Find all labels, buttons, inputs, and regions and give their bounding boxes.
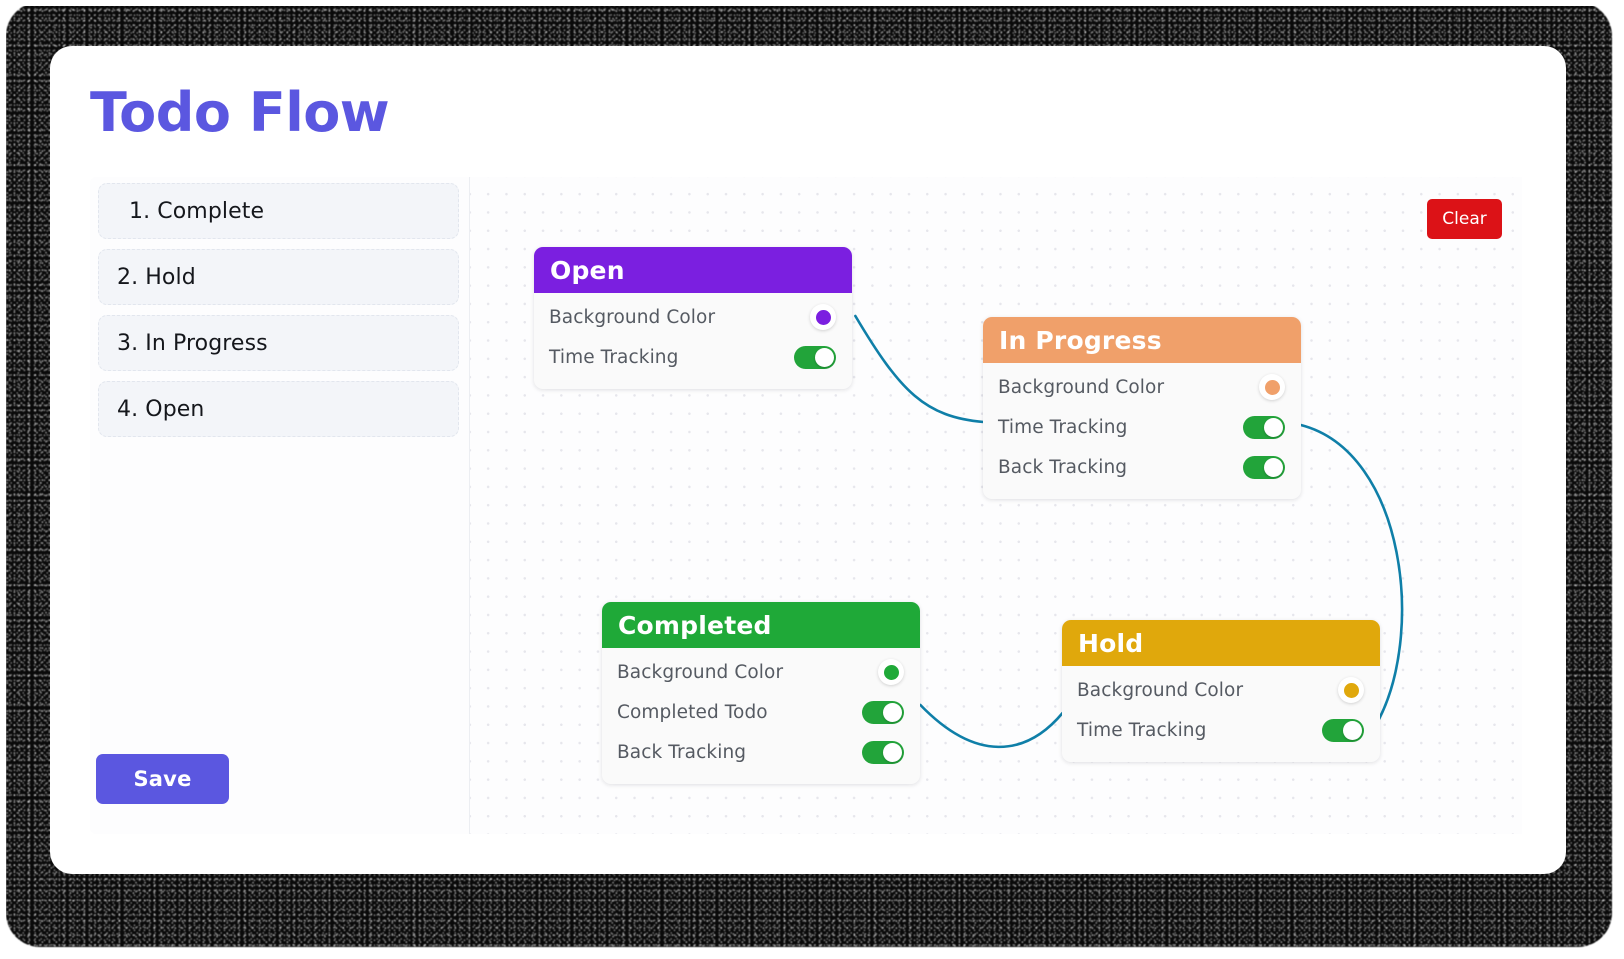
node-row-time-tracking: Time Tracking (983, 407, 1301, 447)
node-header-in-progress: In Progress (983, 317, 1301, 363)
row-label: Back Tracking (998, 457, 1127, 478)
color-swatch-button[interactable] (878, 659, 904, 685)
node-in-progress[interactable]: In Progress Background Color Time Tracki… (983, 317, 1301, 499)
app-window: Todo Flow 1. Complete 2. Hold 3. In Prog… (50, 46, 1566, 874)
color-swatch-dot (884, 665, 899, 680)
page-title: Todo Flow (90, 86, 389, 140)
row-label: Completed Todo (617, 702, 768, 723)
color-swatch-dot (1265, 380, 1280, 395)
row-label: Time Tracking (549, 347, 678, 368)
row-label: Background Color (549, 307, 715, 328)
sidebar-item-step-4[interactable]: 4. Open (98, 381, 459, 437)
toggle-knob (1343, 721, 1362, 740)
node-title: Open (550, 256, 625, 285)
node-header-completed: Completed (602, 602, 920, 648)
node-row-background-color: Background Color (534, 297, 852, 337)
toggle-knob (1264, 458, 1283, 477)
row-label: Background Color (998, 377, 1164, 398)
toggle-time-tracking[interactable] (1322, 719, 1364, 742)
node-open[interactable]: Open Background Color Time Tracking (534, 247, 852, 389)
row-label: Background Color (1077, 680, 1243, 701)
color-swatch-button[interactable] (1259, 374, 1285, 400)
node-hold[interactable]: Hold Background Color Time Tracking (1062, 620, 1380, 762)
sidebar-item-label: 3. In Progress (117, 331, 268, 356)
node-row-back-tracking: Back Tracking (983, 447, 1301, 487)
node-body-hold: Background Color Time Tracking (1062, 666, 1380, 762)
node-row-background-color: Background Color (602, 652, 920, 692)
sidebar-item-label: 4. Open (117, 397, 204, 422)
row-label: Time Tracking (998, 417, 1127, 438)
node-row-back-tracking: Back Tracking (602, 732, 920, 772)
frame-edge-bottom (0, 951, 1624, 959)
sidebar-item-label: 2. Hold (117, 265, 196, 290)
toggle-knob (815, 348, 834, 367)
row-label: Time Tracking (1077, 720, 1206, 741)
node-title: In Progress (999, 326, 1162, 355)
node-body-open: Background Color Time Tracking (534, 293, 852, 389)
toggle-back-tracking[interactable] (1243, 456, 1285, 479)
toggle-time-tracking[interactable] (1243, 416, 1285, 439)
flow-canvas[interactable]: Clear Open Background Color (470, 177, 1522, 834)
color-swatch-dot (1344, 683, 1359, 698)
connector-completed-to-hold (920, 705, 1062, 747)
node-header-hold: Hold (1062, 620, 1380, 666)
sidebar-item-label: 1. Complete (129, 199, 264, 224)
node-body-in-progress: Background Color Time Tracking (983, 363, 1301, 499)
sidebar-item-step-3[interactable]: 3. In Progress (98, 315, 459, 371)
connector-open-to-in-progress (855, 316, 983, 422)
node-body-completed: Background Color Completed Todo (602, 648, 920, 784)
node-row-completed-todo: Completed Todo (602, 692, 920, 732)
color-swatch-button[interactable] (1338, 677, 1364, 703)
node-row-time-tracking: Time Tracking (534, 337, 852, 377)
sidebar: 1. Complete 2. Hold 3. In Progress 4. Op… (90, 177, 470, 834)
frame-edge-right (1614, 0, 1624, 959)
toggle-back-tracking[interactable] (862, 741, 904, 764)
row-label: Back Tracking (617, 742, 746, 763)
node-row-background-color: Background Color (983, 367, 1301, 407)
row-label: Background Color (617, 662, 783, 683)
toggle-time-tracking[interactable] (794, 346, 836, 369)
sidebar-item-step-2[interactable]: 2. Hold (98, 249, 459, 305)
color-swatch-dot (816, 310, 831, 325)
toggle-knob (883, 703, 902, 722)
node-row-background-color: Background Color (1062, 670, 1380, 710)
node-header-open: Open (534, 247, 852, 293)
save-button[interactable]: Save (96, 754, 229, 804)
toggle-knob (883, 743, 902, 762)
node-completed[interactable]: Completed Background Color Completed Tod… (602, 602, 920, 784)
screen-root: Todo Flow 1. Complete 2. Hold 3. In Prog… (0, 0, 1624, 959)
workspace: 1. Complete 2. Hold 3. In Progress 4. Op… (90, 177, 1522, 834)
toggle-completed-todo[interactable] (862, 701, 904, 724)
sidebar-item-step-1[interactable]: 1. Complete (98, 183, 459, 239)
node-row-time-tracking: Time Tracking (1062, 710, 1380, 750)
toggle-knob (1264, 418, 1283, 437)
color-swatch-button[interactable] (810, 304, 836, 330)
node-title: Completed (618, 611, 772, 640)
node-title: Hold (1078, 629, 1143, 658)
clear-button[interactable]: Clear (1427, 199, 1502, 239)
